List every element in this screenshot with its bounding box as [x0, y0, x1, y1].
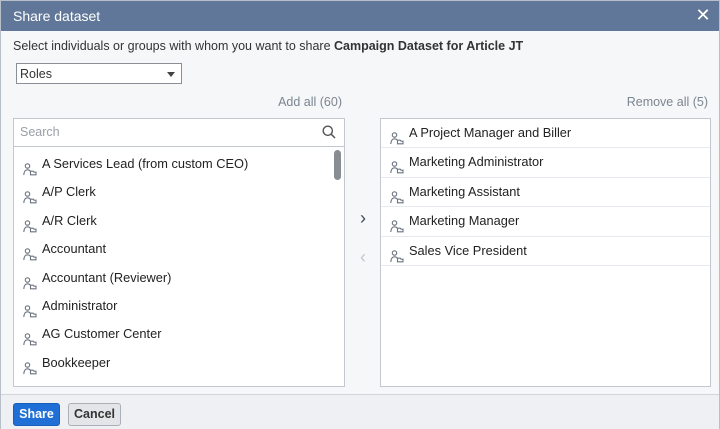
list-item-label: Accountant	[42, 241, 107, 257]
list-item[interactable]: A/R Clerk	[14, 207, 344, 235]
available-list-panel: A Services Lead (from custom CEO) A/P Cle…	[13, 118, 345, 387]
list-item-label: A Services Lead (from custom CEO)	[42, 156, 249, 171]
available-items: A Services Lead (from custom CEO) A/P Cle…	[14, 150, 344, 386]
instructions-text: Select individuals or groups with whom y…	[13, 39, 334, 53]
list-item[interactable]: Marketing Assistant	[381, 178, 710, 208]
person-role-icon	[23, 272, 37, 289]
share-type-select[interactable]: Roles	[16, 63, 182, 84]
dialog-footer: Share Cancel	[1, 394, 719, 429]
list-item[interactable]: AG Customer Center	[14, 320, 344, 348]
person-role-icon	[390, 245, 404, 262]
remove-all-link[interactable]: Remove all (5)	[627, 95, 708, 109]
list-item-label: A Project Manager and Biller	[409, 125, 572, 140]
list-item-label: Bookkeeper	[42, 354, 111, 370]
search-icon[interactable]	[322, 125, 336, 139]
list-item-label: Buyer	[42, 383, 75, 386]
person-role-icon	[23, 300, 37, 318]
list-item[interactable]: Marketing Administrator	[381, 148, 710, 178]
dataset-name: Campaign Dataset for Article JT	[334, 39, 524, 53]
list-item[interactable]: A Services Lead (from custom CEO)	[14, 150, 344, 178]
cancel-button[interactable]: Cancel	[68, 403, 121, 426]
list-item[interactable]: A Project Manager and Biller	[381, 119, 710, 149]
chevron-right-icon[interactable]: ›	[354, 209, 372, 227]
list-item-label: Marketing Administrator	[409, 154, 544, 170]
list-item[interactable]: Administrator	[14, 292, 344, 320]
person-role-icon	[23, 385, 37, 386]
list-item-label: Marketing Manager	[409, 213, 520, 229]
close-icon[interactable]: ✕	[693, 5, 713, 25]
search-box	[14, 119, 344, 147]
available-list-scrollbar[interactable]	[334, 150, 341, 180]
search-input[interactable]	[14, 119, 310, 145]
person-role-icon	[390, 215, 404, 233]
list-item-label: Accountant (Reviewer)	[42, 269, 172, 285]
person-role-icon	[390, 127, 404, 145]
person-role-icon	[23, 328, 37, 346]
list-item[interactable]: Marketing Manager	[381, 207, 710, 237]
chevron-left-icon[interactable]: ‹	[354, 248, 372, 266]
share-dataset-dialog: Share dataset ✕ Select individuals or gr…	[0, 0, 720, 429]
person-role-icon	[23, 215, 37, 233]
list-item-label: Administrator	[42, 297, 118, 313]
selected-items: A Project Manager and Biller Marketing Ad…	[381, 119, 710, 266]
list-item-label: AG Customer Center	[42, 326, 162, 342]
list-item[interactable]: Accountant (Reviewer)	[14, 264, 344, 292]
list-item-label: A/R Clerk	[42, 212, 97, 228]
add-all-link[interactable]: Add all (60)	[278, 95, 342, 109]
person-role-icon	[390, 186, 404, 204]
list-item[interactable]: A/P Clerk	[14, 178, 344, 206]
share-type-value: Roles	[20, 67, 52, 81]
person-role-icon	[390, 156, 404, 174]
person-role-icon	[23, 357, 37, 375]
share-button[interactable]: Share	[13, 403, 60, 426]
list-item-label: Marketing Assistant	[409, 183, 520, 199]
caret-down-icon	[167, 72, 175, 77]
list-item[interactable]: Buyer	[14, 377, 344, 386]
list-item-label: Sales Vice President	[409, 242, 527, 258]
list-item-label: A/P Clerk	[42, 184, 96, 200]
list-item[interactable]: Bookkeeper	[14, 349, 344, 377]
dialog-titlebar: Share dataset ✕	[1, 1, 719, 31]
person-role-icon	[23, 186, 37, 204]
person-role-icon	[23, 158, 37, 176]
share-instructions: Select individuals or groups with whom y…	[13, 39, 523, 53]
list-item[interactable]: Accountant	[14, 235, 344, 263]
dialog-title: Share dataset	[13, 8, 101, 24]
person-role-icon	[23, 243, 37, 261]
list-item[interactable]: Sales Vice President	[381, 237, 710, 266]
selected-list-panel: A Project Manager and Biller Marketing Ad…	[380, 118, 711, 387]
